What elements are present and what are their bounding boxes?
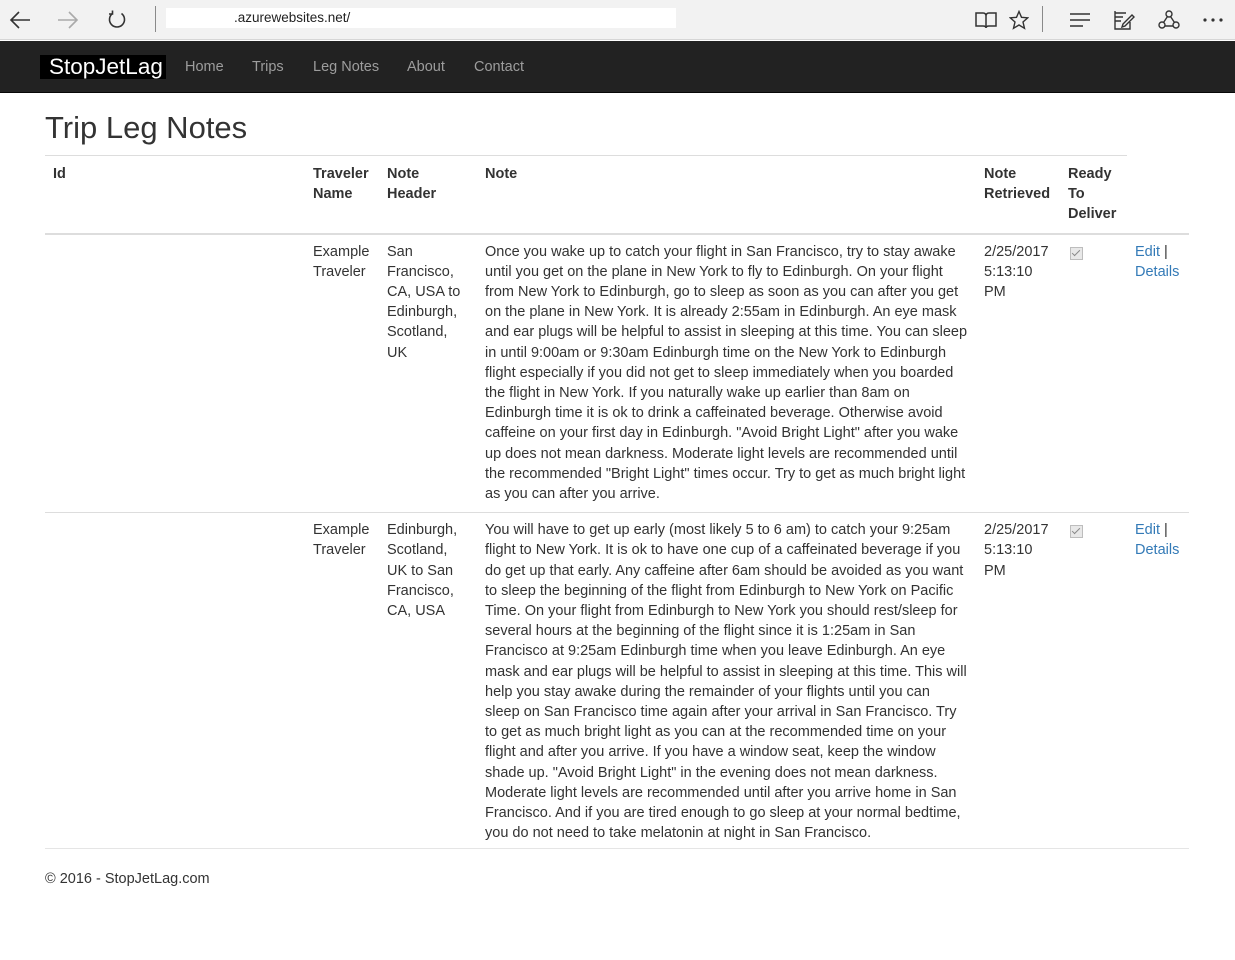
refresh-icon[interactable] [101, 4, 133, 36]
nav-trips[interactable]: Trips [252, 58, 284, 76]
details-link[interactable]: Details [1135, 264, 1179, 280]
cell-note-retrieved: 2/25/2017 5:13:10 PM [984, 243, 1049, 301]
url-redacted [166, 8, 234, 28]
column-header-traveler-name: Traveler Name [305, 154, 379, 235]
cell-note-retrieved: 2/25/2017 5:13:10 PM [976, 512, 1060, 852]
nav-contact[interactable]: Contact [474, 58, 524, 76]
details-link[interactable]: Details [1135, 542, 1179, 558]
cell-ready-to-deliver [1060, 234, 1127, 513]
forward-arrow-icon[interactable] [52, 4, 84, 36]
leg-notes-table: Id Traveler Name Note Header Note Note Retr… [45, 154, 1189, 852]
column-header-note: Note [477, 154, 976, 235]
table-row: Example Traveler Edinburgh, Scotland, UK… [45, 512, 1189, 852]
hub-lines-icon[interactable] [1064, 4, 1096, 36]
back-arrow-icon[interactable] [4, 4, 36, 36]
cell-note-header: Edinburgh, Scotland, UK to San Francisco… [379, 512, 477, 852]
edit-link[interactable]: Edit [1135, 522, 1160, 538]
url-text: .azurewebsites.net/ [234, 10, 351, 25]
cell-traveler-name: Example Traveler [313, 243, 370, 280]
cell-id [45, 512, 305, 852]
link-separator: | [1164, 522, 1168, 539]
nav-home[interactable]: Home [185, 58, 224, 76]
cell-note-header: San Francisco, CA, USA to Edinburgh, Sco… [387, 243, 461, 361]
edit-link[interactable]: Edit [1135, 244, 1160, 260]
column-header-note-retrieved: Note Retrieved [976, 154, 1060, 235]
star-icon[interactable] [1003, 4, 1035, 36]
cell-traveler-name: Example Traveler [305, 512, 379, 852]
cell-id [45, 234, 305, 513]
column-header-actions [1127, 155, 1189, 235]
toolbar-divider-2 [1042, 6, 1043, 32]
site-navbar: StopJetLag Home Trips Leg Notes About Co… [0, 41, 1235, 93]
column-header-id: Id [45, 154, 305, 235]
book-icon[interactable] [970, 4, 1002, 36]
column-header-ready-to-deliver: Ready To Deliver [1060, 154, 1127, 235]
page-title: Trip Leg Notes [45, 110, 248, 145]
ready-checkbox [1070, 525, 1083, 539]
table-row: Example Traveler San Francisco, CA, USA … [45, 234, 1189, 513]
nav-about[interactable]: About [407, 58, 445, 76]
cell-actions: Edit | Details [1127, 512, 1189, 852]
nav-leg-notes[interactable]: Leg Notes [313, 58, 379, 76]
footer-divider [45, 848, 1189, 849]
brand-logo[interactable]: StopJetLag [40, 55, 166, 79]
cell-actions: Edit | Details [1127, 234, 1189, 513]
cell-note: You will have to get up early (most like… [477, 512, 976, 852]
column-header-note-header: Note Header [379, 154, 477, 235]
cell-ready-to-deliver [1060, 512, 1127, 852]
cell-note: Once you wake up to catch your flight in… [485, 243, 968, 503]
address-bar[interactable]: .azurewebsites.net/ [166, 8, 676, 28]
link-separator: | [1164, 243, 1168, 260]
footer-copyright: © 2016 - StopJetLag.com [45, 871, 210, 887]
browser-toolbar: .azurewebsites.net/ [0, 0, 1235, 40]
pen-note-icon[interactable] [1108, 4, 1140, 36]
ready-checkbox [1070, 246, 1083, 260]
more-dots-icon[interactable] [1197, 4, 1229, 36]
toolbar-divider [155, 6, 156, 32]
share-icon[interactable] [1153, 4, 1185, 36]
table-header-row: Id Traveler Name Note Header Note Note Retr… [45, 154, 1189, 235]
